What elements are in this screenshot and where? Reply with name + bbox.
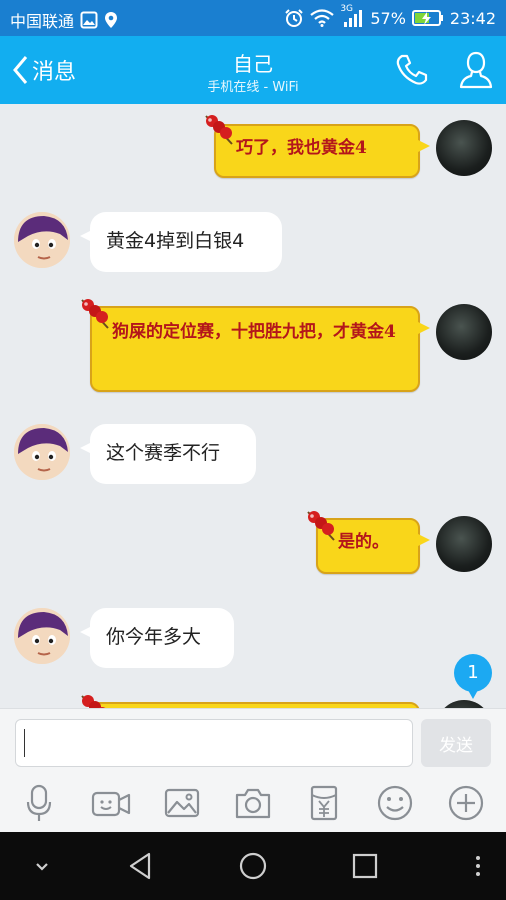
send-button[interactable]: 发送 [421,719,491,767]
gallery-notification-icon [80,11,98,29]
message-text: 巧了，我也黄金4 [236,138,367,158]
image-icon[interactable] [162,783,202,823]
nav-home-icon[interactable] [233,846,273,886]
message-text: 你今年多大 [106,626,202,648]
microphone-icon[interactable] [19,783,59,823]
nav-back-icon[interactable] [121,846,161,886]
battery-percent: 57% [370,8,406,28]
message-text: 黄金4掉到白银4 [106,230,245,252]
cartoon-avatar-icon [14,424,70,480]
my-avatar[interactable] [436,304,492,360]
signal-icon [344,10,363,27]
message-text: 这个赛季不行 [106,442,221,464]
message-text: 狗屎的定位赛，十把胜九把，才黄金4 [112,322,396,342]
message-list[interactable]: 巧了，我也黄金4 黄金4掉到白银4 狗屎的定位赛，十把胜九把，才黄金4 这个赛季… [0,104,506,708]
video-icon[interactable] [91,783,131,823]
text-caret [24,729,25,757]
bubble-decoration-icon [205,115,233,145]
contact-avatar[interactable] [14,608,70,664]
chat-header: 消息 自己 手机在线 - WiFi [0,36,506,104]
profile-icon[interactable] [458,50,494,90]
plus-icon[interactable] [446,783,486,823]
battery-charging-icon [411,10,443,26]
signal-indicator: 3G [340,4,364,28]
nav-recents-icon[interactable] [345,846,385,886]
location-icon [105,12,118,28]
wifi-icon [310,9,335,27]
emoji-icon[interactable] [375,783,415,823]
bubble-decoration-icon [81,695,106,708]
bubble-decoration-icon [81,299,109,329]
sent-message[interactable]: 巧了，我也黄金4 [214,124,430,178]
my-avatar[interactable] [436,516,492,572]
my-avatar[interactable] [436,120,492,176]
composer: 发送 [0,708,506,833]
contact-avatar[interactable] [14,424,70,480]
red-packet-icon[interactable] [304,783,344,823]
cartoon-avatar-icon [14,608,70,664]
message-input[interactable] [15,719,413,767]
cartoon-avatar-icon [14,212,70,268]
bubble-decoration-icon [307,511,335,541]
carrier-label: 中国联通 [10,12,75,31]
system-navigation-bar [0,832,506,900]
chat-title: 自己 [233,52,273,76]
received-message[interactable]: 黄金4掉到白银4 [80,212,282,272]
online-status: 手机在线 - WiFi [207,80,299,95]
sent-message[interactable]: 狗屎的定位赛，十把胜九把，才黄金4 [90,306,430,392]
status-bar: 中国联通 3G 57% 23:42 [0,0,506,36]
alarm-icon [285,9,304,27]
phone-call-icon[interactable] [394,52,430,88]
message-text: 是的。 [338,532,389,552]
more-options-icon[interactable] [458,846,498,886]
clock: 23:42 [449,8,496,28]
received-message[interactable]: 这个赛季不行 [80,424,256,484]
unread-badge[interactable]: 1 [454,654,492,699]
my-avatar[interactable] [436,700,492,708]
contact-avatar[interactable] [14,212,70,268]
chevron-down-icon[interactable] [22,846,62,886]
camera-icon[interactable] [233,783,273,823]
received-message[interactable]: 你今年多大 [80,608,234,668]
